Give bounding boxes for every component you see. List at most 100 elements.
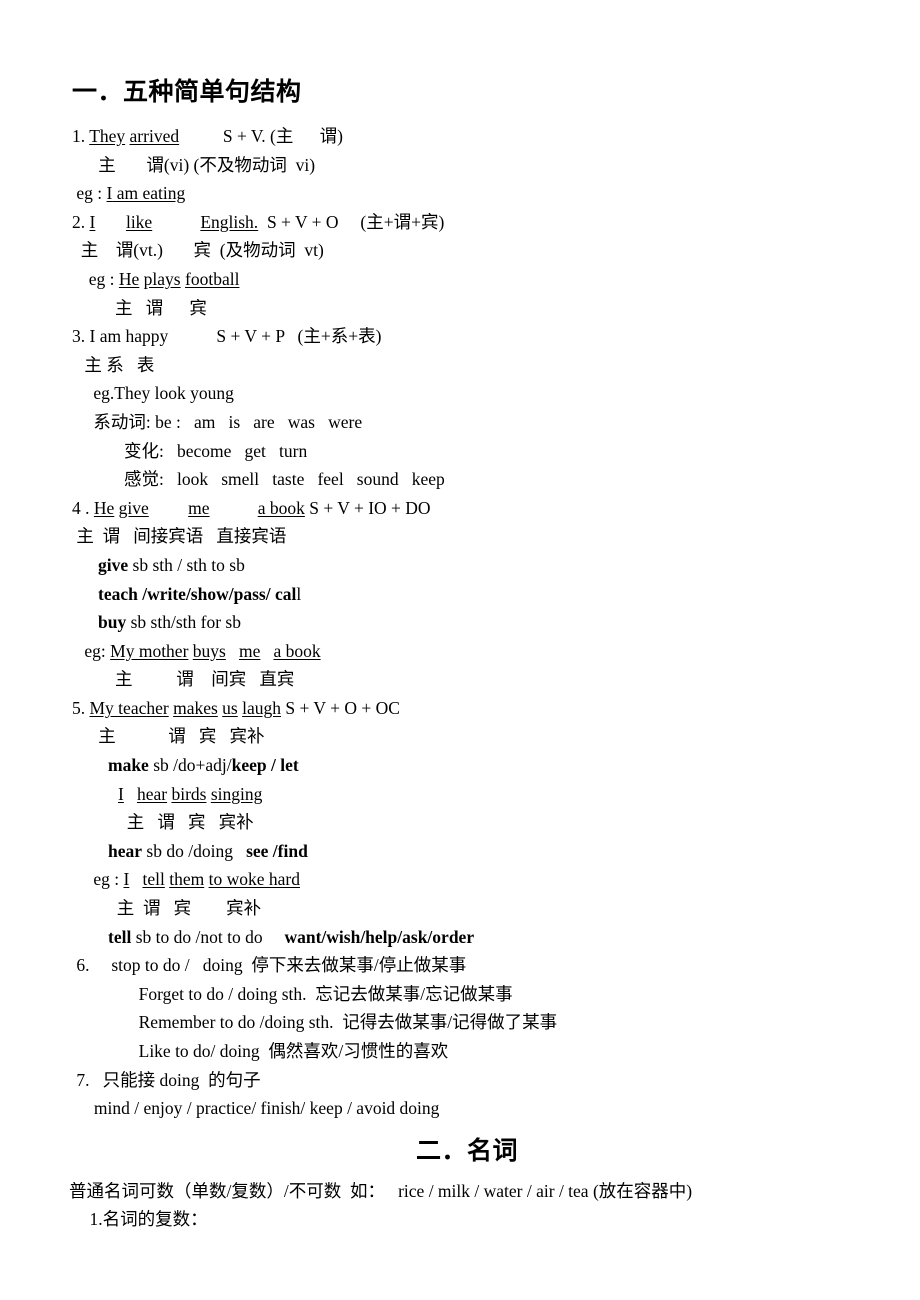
item-3-line: 3. I am happy S + V + P (主+系+表) <box>72 326 382 347</box>
item-5-object: us <box>222 697 238 718</box>
verb-buy-pattern: sb sth/sth for sb <box>126 612 241 633</box>
item-5-eg-gap <box>129 869 142 889</box>
document-body: 一．五种简单句结构 1. They arrived S + V. (主 谓) 主… <box>69 78 862 1234</box>
item-2-eg-labels: 主 谓 宾 <box>80 297 207 318</box>
item-2-object: English. <box>200 211 259 232</box>
item-5-ex-object-complement: singing <box>210 783 263 804</box>
item-2-labels: 主 谓(vt.) 宾 (及物动词 vt) <box>72 240 324 261</box>
section-2-line-1: 普通名词可数（单数/复数）/不可数 如： rice / milk / water… <box>69 1180 693 1201</box>
item-1-eg-prefix: eg : <box>72 183 107 204</box>
item-6-line-forget: Forget to do / doing sth. 忘记去做某事/忘记做某事 <box>108 983 513 1004</box>
item-6-line-like: Like to do/ doing 偶然喜欢/习惯性的喜欢 <box>108 1041 449 1061</box>
verb-teach-tail: l <box>296 583 302 604</box>
item-5-ex-object: birds <box>171 783 207 804</box>
item-5-verb-pattern-tell: tell sb to do /not to do want/wish/help/… <box>72 923 862 952</box>
item-5-object-complement: laugh <box>242 697 281 718</box>
item-1-labels: 主 谓(vi) (不及物动词 vi) <box>72 154 316 175</box>
item-2-example: eg : He plays football <box>72 265 862 294</box>
document-page: 一．五种简单句结构 1. They arrived S + V. (主 谓) 主… <box>0 0 920 1300</box>
item-2-eg-object: football <box>185 268 240 289</box>
item-4-line: 4 . He give me a book S + V + IO + DO <box>72 494 862 523</box>
item-2-eg-verb: plays <box>143 268 181 289</box>
item-1-gap <box>179 126 223 146</box>
item-4-example: eg: My mother buys me a book <box>72 637 862 666</box>
item-1-formula: S + V. (主 谓) <box>222 126 343 146</box>
item-1-eg-predicate: am eating <box>112 183 186 204</box>
item-5-verb: makes <box>173 697 218 718</box>
item-4-formula: S + V + IO + DO <box>304 497 431 518</box>
item-5-example-hear: I hear birds singing <box>72 780 862 809</box>
item-7-line: 7. 只能接 doing 的句子 <box>72 1069 261 1090</box>
item-1-number: 1. <box>72 126 90 146</box>
item-2-eg-subject: He <box>118 268 140 289</box>
item-5-ex-labels: 主 谓 宾 宾补 <box>118 812 254 833</box>
item-5-example-tell: eg : I tell them to woke hard <box>72 865 862 894</box>
item-4-verb-pattern-give: give sb sth / sth to sb <box>72 551 862 580</box>
item-3-linking-verbs-change: 变化: become get turn <box>89 440 308 461</box>
item-4-eg-prefix: eg: <box>80 640 111 661</box>
item-1-verb: arrived <box>129 126 180 146</box>
item-2-line: 2. I like English. S + V + O (主+谓+宾) <box>72 208 862 237</box>
item-5-subject: My teacher <box>89 697 169 718</box>
item-4-eg-gap2 <box>226 641 239 661</box>
item-5-eg-verb: tell <box>142 869 165 890</box>
item-4-number: 4 . <box>72 497 94 518</box>
item-5-eg-prefix: eg : <box>89 869 124 890</box>
item-2-gap-b <box>152 212 200 232</box>
item-4-eg-indirect-object: me <box>238 640 261 661</box>
item-5-ex-gap <box>124 784 137 804</box>
verb-hear: hear <box>108 840 143 861</box>
item-4-direct-object: a book <box>257 497 305 518</box>
item-3-linking-verbs-sense: 感觉: look smell taste feel sound keep <box>89 469 445 490</box>
verb-tell: tell <box>108 926 132 947</box>
item-4-verb: give <box>118 497 149 518</box>
item-1-example: eg : I am eating <box>72 179 862 208</box>
item-6-line-stop: 6. stop to do / doing 停下来去做某事/停止做某事 <box>72 955 467 976</box>
item-7-verbs: mind / enjoy / practice/ finish/ keep / … <box>72 1098 440 1119</box>
item-3-linking-verbs-be: 系动词: be : am is are was were <box>89 411 363 432</box>
item-2-verb: like <box>125 211 153 232</box>
verb-see-find: see /find <box>246 840 308 861</box>
item-4-subject: He <box>93 497 115 518</box>
section-2-line-2: 1.名词的复数： <box>72 1209 208 1230</box>
verb-want-group: want/wish/help/ask/order <box>284 926 475 947</box>
section-2-heading: 二．名词 <box>415 1137 518 1165</box>
section-1-heading: 一．五种简单句结构 <box>72 79 302 106</box>
item-6-line-remember: Remember to do /doing sth. 记得去做某事/记得做了某事 <box>108 1012 558 1033</box>
item-5-number: 5. <box>72 697 90 718</box>
verb-hear-pattern: sb do /doing <box>142 840 247 861</box>
item-5-ex-verb: hear <box>136 783 168 804</box>
item-2-formula: S + V + O (主+谓+宾) <box>258 211 445 232</box>
item-3-example: eg.They look young <box>89 383 234 404</box>
verb-buy: buy <box>98 612 127 633</box>
item-5-labels: 主 谓 宾 宾补 <box>72 726 265 747</box>
verb-make-pattern: sb /do+adj/ <box>148 755 232 776</box>
verb-give-pattern: sb sth / sth to sb <box>128 554 245 575</box>
verb-keep-let: keep / let <box>231 755 299 776</box>
item-4-eg-direct-object: a book <box>273 640 321 661</box>
item-1-line: 1. They arrived S + V. (主 谓) <box>72 122 862 151</box>
item-4-verb-pattern-teach: teach /write/show/pass/ call <box>72 580 862 609</box>
item-4-eg-verb: buys <box>192 640 226 661</box>
item-5-eg-object: them <box>169 869 205 890</box>
item-2-eg-prefix: eg : <box>80 268 119 289</box>
item-4-eg-subject: My mother <box>110 640 189 661</box>
item-1-subject: They <box>89 126 126 146</box>
item-4-indirect-object: me <box>188 497 210 518</box>
verb-make: make <box>108 755 149 776</box>
item-2-number: 2. <box>72 211 90 232</box>
verb-teach-group: teach /write/show/pass/ cal <box>98 583 297 604</box>
item-3-labels: 主 系 表 <box>80 354 155 375</box>
verb-give: give <box>98 554 129 575</box>
item-5-verb-pattern-hear: hear sb do /doing see /find <box>72 837 862 866</box>
verb-tell-pattern: sb to do /not to do <box>131 926 285 947</box>
item-2-gap-a <box>95 212 126 232</box>
item-5-eg-labels: 主 谓 宾 宾补 <box>108 898 262 919</box>
item-4-gap-c <box>210 498 258 518</box>
item-4-labels: 主 谓 间接宾语 直接宾语 <box>72 526 287 547</box>
item-4-eg-gap3 <box>260 641 273 661</box>
item-5-verb-pattern-make: make sb /do+adj/keep / let <box>72 751 862 780</box>
item-5-formula: S + V + O + OC <box>281 697 400 718</box>
item-5-eg-object-complement: to woke hard <box>208 869 300 890</box>
item-4-verb-pattern-buy: buy sb sth/sth for sb <box>72 608 862 637</box>
